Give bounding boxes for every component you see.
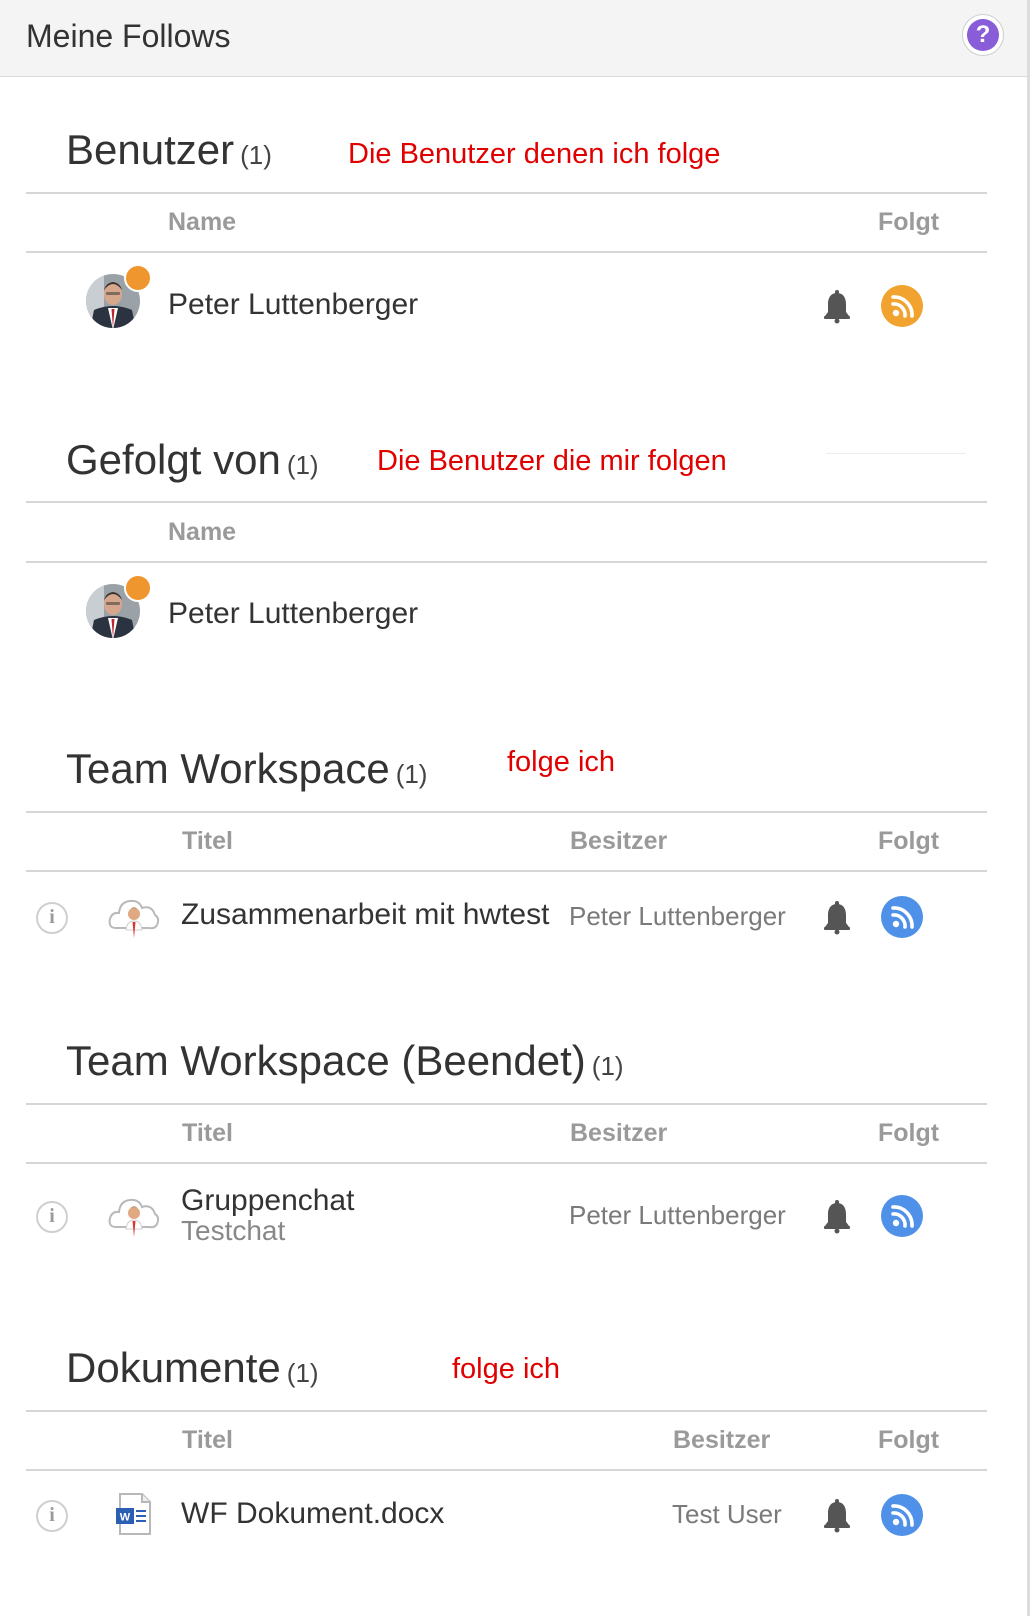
rss-icon: [881, 1195, 923, 1237]
annotation-gefolgt-von: Die Benutzer die mir folgen: [377, 445, 727, 477]
status-dot: [124, 574, 152, 602]
owner-name: Peter Luttenberger: [569, 901, 786, 931]
user-name-link[interactable]: Peter Luttenberger: [168, 288, 418, 322]
section-count: (1): [286, 1358, 319, 1388]
divider: [26, 501, 987, 503]
info-button[interactable]: i: [36, 902, 68, 934]
follow-rss-button[interactable]: [881, 896, 923, 938]
divider: [26, 1469, 987, 1471]
rss-icon: [881, 285, 923, 327]
bell-icon[interactable]: [820, 288, 854, 324]
bell-icon[interactable]: [820, 1198, 854, 1234]
section-count: (1): [240, 140, 272, 170]
status-dot: [124, 264, 152, 292]
section-count: (1): [286, 450, 319, 480]
bell-icon[interactable]: [820, 899, 854, 935]
column-header-besitzer[interactable]: Besitzer: [570, 827, 667, 856]
annotation-benutzer: Die Benutzer denen ich folge: [348, 138, 721, 170]
info-icon: i: [49, 1205, 55, 1227]
document-title-link[interactable]: WF Dokument.docx: [181, 1497, 444, 1531]
divider: [26, 561, 987, 563]
column-header-name[interactable]: Name: [168, 518, 236, 547]
info-button[interactable]: i: [36, 1201, 68, 1233]
panel-title: Meine Follows: [26, 18, 231, 54]
column-header-folgt[interactable]: Folgt: [878, 208, 939, 237]
column-header-titel[interactable]: Titel: [182, 827, 233, 856]
section-title-team-workspace-beendet: Team Workspace (Beendet) (1): [66, 1037, 624, 1084]
annotation-dokumente: folge ich: [452, 1353, 561, 1385]
annotation-team-workspace: folge ich: [507, 746, 616, 778]
user-name-link[interactable]: Peter Luttenberger: [168, 597, 418, 631]
divider: [26, 251, 987, 253]
divider: [26, 1103, 987, 1105]
column-header-folgt[interactable]: Folgt: [878, 1119, 939, 1148]
follow-rss-button[interactable]: [881, 285, 923, 327]
column-header-folgt[interactable]: Folgt: [878, 1426, 939, 1455]
workspace-icon: [108, 892, 160, 940]
workspace-subtitle: Testchat: [181, 1215, 286, 1246]
section-title-benutzer: Benutzer (1): [66, 126, 272, 173]
section-title-dokumente: Dokumente (1): [66, 1344, 319, 1391]
column-header-name[interactable]: Name: [168, 208, 236, 237]
follows-panel: Meine Follows ? Benutzer (1) Die Benutzer…: [0, 0, 1030, 1616]
section-count: (1): [591, 1051, 624, 1081]
divider: [26, 870, 987, 872]
workspace-icon: [108, 1191, 160, 1239]
divider: [26, 1410, 987, 1412]
panel-header: Meine Follows ?: [0, 0, 1027, 77]
column-header-besitzer[interactable]: Besitzer: [570, 1119, 667, 1148]
owner-name: Peter Luttenberger: [569, 1200, 786, 1230]
follow-rss-button[interactable]: [881, 1195, 923, 1237]
info-icon: i: [49, 906, 55, 928]
divider: [26, 811, 987, 813]
help-icon: ?: [967, 19, 999, 51]
workspace-title-link[interactable]: Zusammenarbeit mit hwtest: [181, 898, 549, 932]
owner-name: Test User: [672, 1499, 782, 1529]
column-header-folgt[interactable]: Folgt: [878, 827, 939, 856]
divider: [26, 1162, 987, 1164]
section-title-gefolgt-von: Gefolgt von (1): [66, 436, 319, 483]
follow-rss-button[interactable]: [881, 1494, 923, 1536]
column-header-besitzer[interactable]: Besitzer: [673, 1426, 770, 1455]
section-count: (1): [395, 759, 428, 789]
info-icon: i: [49, 1504, 55, 1526]
column-header-titel[interactable]: Titel: [182, 1426, 233, 1455]
column-header-titel[interactable]: Titel: [182, 1119, 233, 1148]
divider: [826, 453, 966, 454]
rss-icon: [881, 896, 923, 938]
word-document-icon: [114, 1492, 154, 1536]
section-title-team-workspace: Team Workspace (1): [66, 745, 428, 792]
workspace-title-link[interactable]: Gruppenchat: [181, 1184, 354, 1218]
rss-icon: [881, 1494, 923, 1536]
divider: [26, 192, 987, 194]
info-button[interactable]: i: [36, 1500, 68, 1532]
bell-icon[interactable]: [820, 1497, 854, 1533]
help-button[interactable]: ?: [962, 14, 1004, 56]
